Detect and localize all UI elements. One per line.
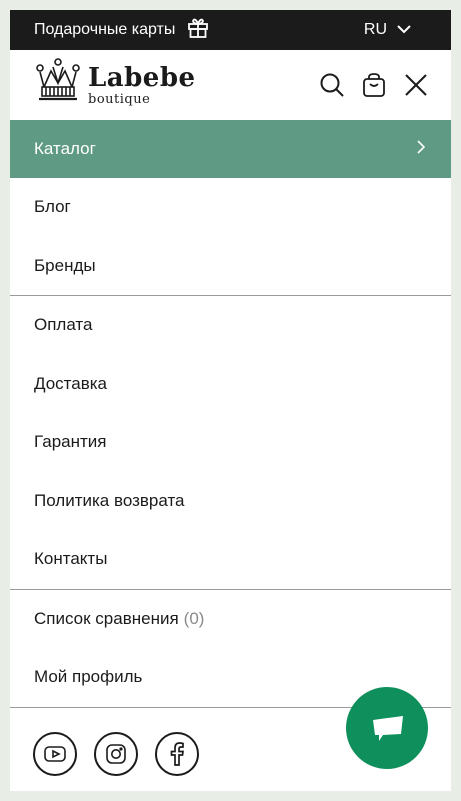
menu-item-blog[interactable]: Блог (10, 178, 451, 237)
menu-item-brands[interactable]: Бренды (10, 237, 451, 296)
brand-name: Labebe (88, 62, 196, 93)
gift-icon (187, 17, 209, 44)
chat-icon (367, 710, 407, 747)
gift-cards-label: Подарочные карты (34, 21, 176, 38)
chevron-down-icon (397, 21, 411, 39)
search-icon[interactable] (319, 72, 345, 98)
menu-item-warranty[interactable]: Гарантия (10, 413, 451, 472)
catalog-label: Каталог (34, 139, 96, 158)
logo[interactable]: Labebe boutique (34, 57, 196, 114)
instagram-icon[interactable] (94, 731, 138, 776)
compare-count: (0) (183, 608, 205, 628)
compare-label: Список сравнения (34, 608, 179, 628)
menu-item-contacts[interactable]: Контакты (10, 530, 451, 589)
crown-logo-icon (34, 57, 82, 114)
catalog-menu-item[interactable]: Каталог (10, 120, 451, 178)
facebook-icon[interactable] (155, 731, 199, 776)
chevron-right-icon (416, 139, 426, 159)
youtube-icon[interactable] (33, 731, 77, 776)
bag-icon[interactable] (361, 72, 387, 98)
brand-subtitle: boutique (88, 91, 151, 107)
menu-item-payment[interactable]: Оплата (10, 296, 451, 355)
menu-item-delivery[interactable]: Доставка (10, 355, 451, 414)
chat-button[interactable] (346, 687, 428, 769)
language-selector[interactable]: RU (364, 21, 411, 39)
menu-item-return-policy[interactable]: Политика возврата (10, 472, 451, 531)
close-icon[interactable] (403, 72, 429, 98)
menu-item-compare[interactable]: Список сравнения (0) (10, 590, 451, 649)
gift-cards-link[interactable]: Подарочные карты (34, 17, 209, 44)
header: Labebe boutique (10, 50, 451, 120)
top-bar: Подарочные карты RU (10, 10, 451, 50)
mobile-menu: Подарочные карты RU Labebe boutique Ката… (10, 10, 451, 791)
language-label: RU (363, 21, 387, 38)
